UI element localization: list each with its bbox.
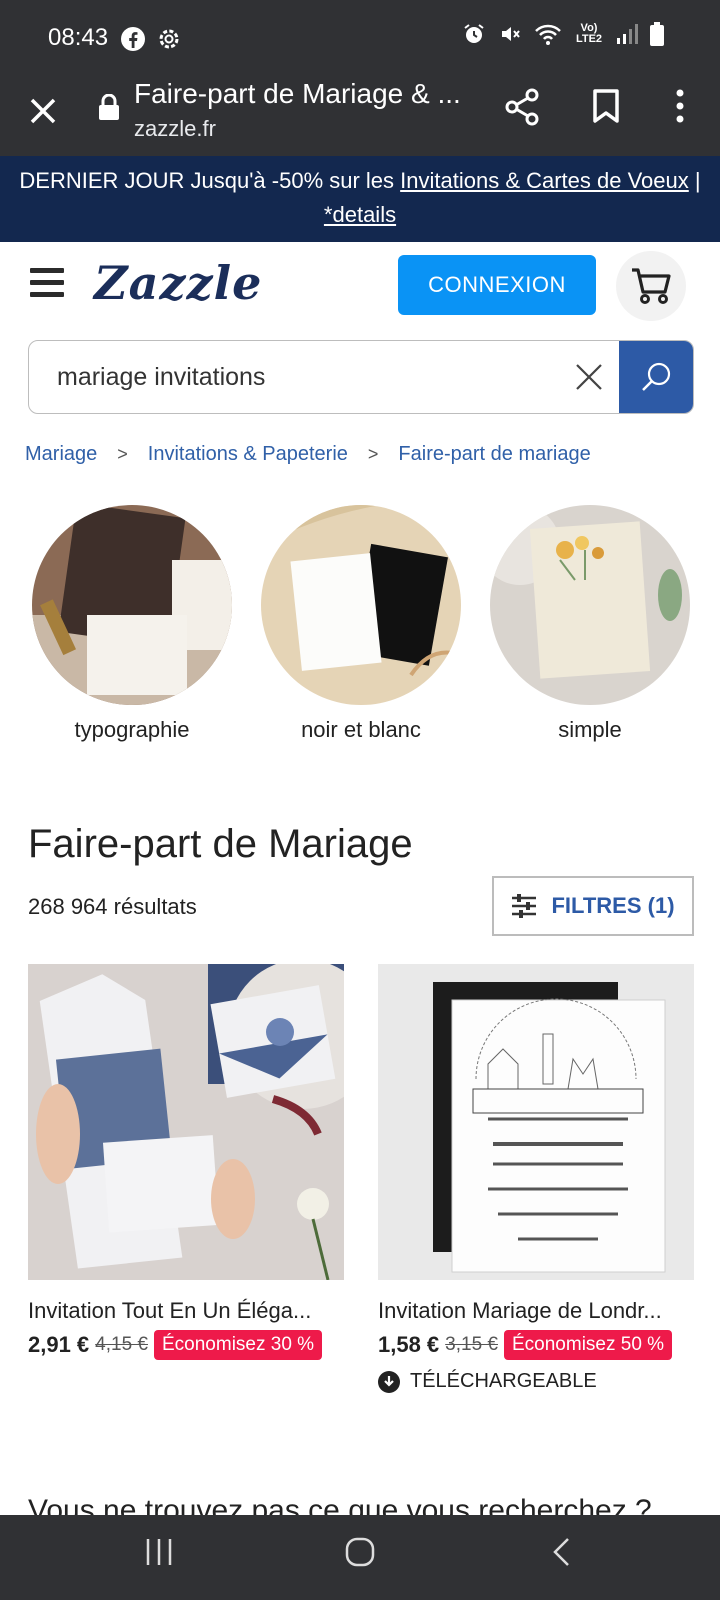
hamburger-menu-icon[interactable] — [30, 268, 64, 298]
product-name[interactable]: Invitation Tout En Un Éléga... — [28, 1298, 344, 1324]
results-count: 268 964 résultats — [28, 894, 197, 919]
category-label: typographie — [74, 717, 190, 742]
downloadable-tag: TÉLÉCHARGEABLE — [378, 1370, 694, 1393]
downloadable-label: TÉLÉCHARGEABLE — [410, 1370, 597, 1392]
battery-icon — [650, 22, 664, 46]
category-simple[interactable]: simple — [490, 505, 690, 743]
home-icon[interactable] — [345, 1537, 375, 1567]
category-label: simple — [558, 717, 622, 742]
breadcrumb: Mariage > Invitations & Papeterie > Fair… — [25, 443, 591, 466]
product-name[interactable]: Invitation Mariage de Londr... — [378, 1298, 694, 1324]
facebook-icon — [121, 27, 145, 51]
promo-text: DERNIER JOUR Jusqu'à -50% sur les — [19, 168, 401, 193]
zazzle-logo[interactable]: Zazzle — [94, 256, 262, 310]
discount-badge: Économisez 30 % — [154, 1330, 323, 1360]
category-image-noir-et-blanc[interactable] — [261, 505, 461, 705]
lock-icon — [99, 94, 119, 120]
share-icon[interactable] — [504, 88, 540, 126]
search-button[interactable] — [619, 341, 693, 413]
listing-heading: Faire-part de Mariage — [28, 822, 413, 866]
search-input[interactable] — [57, 359, 527, 395]
status-time: 08:43 — [48, 24, 109, 51]
close-tab-icon[interactable] — [26, 94, 60, 128]
network-type-label: Vo) LTE2 — [575, 22, 603, 45]
filters-label: FILTRES (1) — [551, 893, 675, 918]
promo-banner: DERNIER JOUR Jusqu'à -50% sur les Invita… — [0, 156, 720, 242]
category-noir-et-blanc[interactable]: noir et blanc — [261, 505, 461, 743]
category-typographie[interactable]: typographie — [32, 505, 232, 743]
product-price: 1,58 € — [378, 1332, 440, 1357]
category-image-typographie[interactable] — [32, 505, 232, 705]
page-title[interactable]: Faire-part de Mariage & ... — [134, 78, 474, 110]
url-text[interactable]: zazzle.fr — [134, 116, 216, 142]
filter-sliders-icon — [512, 894, 537, 918]
more-menu-icon[interactable] — [676, 88, 684, 124]
breadcrumb-item-invitations[interactable]: Invitations & Papeterie — [148, 443, 348, 466]
bookmark-icon[interactable] — [592, 88, 620, 124]
product-image[interactable] — [28, 964, 344, 1280]
product-old-price: 4,15 € — [95, 1334, 148, 1355]
cart-icon — [632, 268, 671, 304]
promo-link-details[interactable]: *details — [324, 202, 396, 227]
search-icon — [642, 362, 671, 391]
login-button[interactable]: CONNEXION — [398, 255, 596, 315]
discount-badge: Économisez 50 % — [504, 1330, 673, 1360]
clear-search-icon[interactable] — [573, 361, 605, 393]
wifi-icon — [535, 24, 561, 45]
alarm-icon — [464, 24, 484, 43]
product-price: 2,91 € — [28, 1332, 90, 1357]
back-icon[interactable] — [550, 1537, 574, 1567]
system-navigation-bar — [0, 1515, 720, 1600]
cart-button[interactable] — [616, 251, 686, 321]
product-image[interactable] — [378, 964, 694, 1280]
mute-icon — [502, 27, 520, 41]
breadcrumb-item-faire-part[interactable]: Faire-part de mariage — [398, 443, 590, 466]
chevron-right-icon: > — [367, 444, 379, 464]
chevron-right-icon: > — [117, 444, 128, 464]
status-bar: 08:43 Vo) LTE2 — [0, 0, 720, 78]
breadcrumb-item-mariage[interactable]: Mariage — [25, 443, 97, 466]
promo-link-invitations[interactable]: Invitations & Cartes de Voeux — [400, 168, 689, 193]
product-card[interactable]: Invitation Tout En Un Éléga... 2,91 € 4,… — [28, 964, 344, 1360]
product-card[interactable]: Invitation Mariage de Londr... 1,58 € 3,… — [378, 964, 694, 1393]
promo-separator: | — [688, 168, 701, 193]
browser-toolbar: Faire-part de Mariage & ... zazzle.fr — [0, 78, 720, 156]
signal-icon — [617, 24, 638, 44]
search-bar — [28, 340, 694, 414]
product-old-price: 3,15 € — [445, 1334, 498, 1355]
download-icon — [378, 1370, 400, 1393]
settings-gear-icon — [159, 29, 179, 49]
category-image-simple[interactable] — [490, 505, 690, 705]
filters-button[interactable]: FILTRES (1) — [492, 876, 694, 936]
category-label: noir et blanc — [301, 717, 421, 742]
recent-apps-icon[interactable] — [144, 1537, 174, 1567]
